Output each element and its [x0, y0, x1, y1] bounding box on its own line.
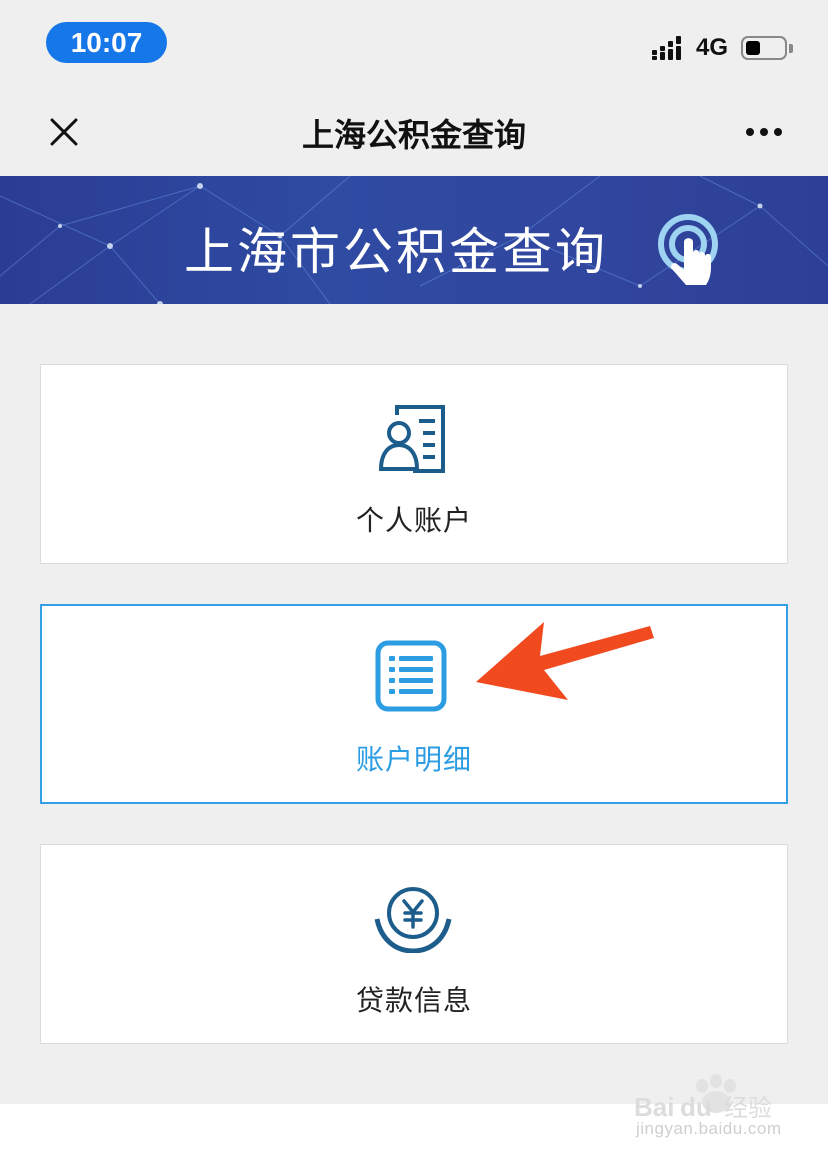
battery-level	[746, 41, 760, 55]
more-dots-icon[interactable]	[738, 114, 790, 150]
watermark-url: jingyan.baidu.com	[636, 1119, 782, 1138]
card-label: 个人账户	[355, 505, 472, 536]
banner-title: 上海市公积金查询	[184, 224, 608, 280]
svg-text:du: du	[680, 1092, 712, 1122]
battery-tip	[789, 44, 793, 53]
card-loan-info[interactable]: 贷款信息	[40, 844, 788, 1044]
page-title: 上海公积金查询	[301, 117, 526, 153]
list-details-icon	[375, 640, 447, 712]
status-bar: 10:07 4G	[0, 0, 828, 88]
svg-text:经验: 经验	[724, 1094, 772, 1122]
tap-hand-icon	[658, 214, 718, 285]
annotation-arrow	[476, 622, 654, 700]
card-personal-account[interactable]: 个人账户	[40, 364, 788, 564]
card-label: 账户明细	[355, 744, 472, 775]
signal-bars-icon	[652, 36, 681, 60]
yuan-coin-icon	[374, 887, 452, 953]
svg-text:Bai: Bai	[634, 1092, 674, 1122]
network-type: 4G	[696, 34, 729, 61]
card-label: 贷款信息	[355, 985, 472, 1016]
nav-bar: 上海公积金查询	[0, 88, 828, 176]
status-time: 10:07	[46, 22, 167, 63]
card-account-details[interactable]: 账户明细	[40, 604, 788, 804]
battery-icon	[741, 36, 787, 60]
personal-account-icon	[378, 405, 445, 473]
